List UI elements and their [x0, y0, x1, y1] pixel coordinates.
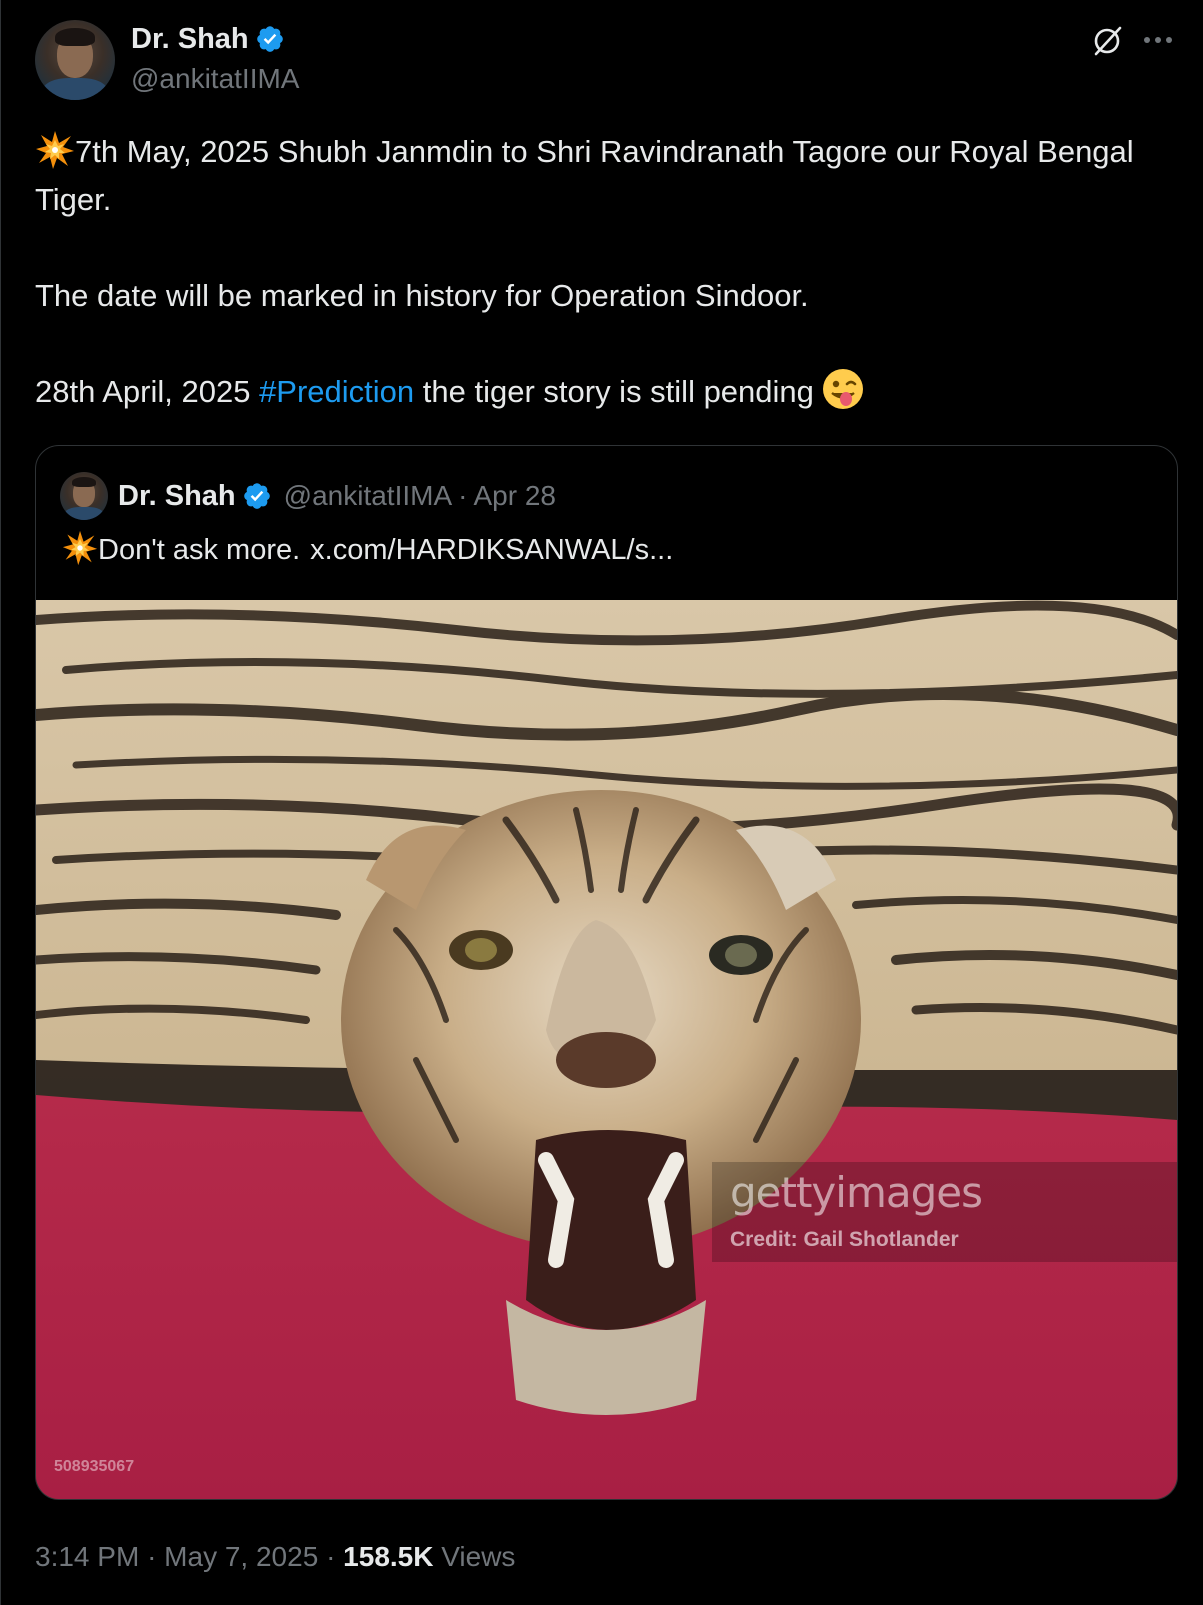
tweet-time[interactable]: 3:14 PM: [35, 1541, 139, 1572]
tweet-line-3: 28th April, 2025 #Prediction the tiger s…: [35, 368, 1175, 416]
winking-face-tongue-emoji-icon: [822, 369, 863, 409]
quoted-text: Don't ask more. x.com/HARDIKSANWAL/s...: [62, 530, 673, 570]
tweet-line-2: The date will be marked in history for O…: [35, 278, 809, 313]
tweet-line-1-text: 7th May, 2025 Shubh Janmdin to Shri Ravi…: [35, 134, 1134, 217]
quoted-author-avatar[interactable]: [60, 472, 108, 520]
meta-separator: ·: [326, 1541, 336, 1572]
meta-separator: ·: [147, 1541, 157, 1572]
verified-badge-icon[interactable]: [242, 481, 272, 511]
quoted-text-body: Don't ask more.: [98, 534, 301, 566]
quoted-header: Dr. Shah @ankitatIIMA · Apr 28: [118, 478, 556, 514]
views-label: Views: [441, 1541, 516, 1572]
quoted-link[interactable]: x.com/HARDIKSANWAL/s...: [310, 534, 673, 566]
more-options-icon[interactable]: [1141, 30, 1175, 50]
avatar-hair: [72, 477, 96, 487]
tweet-date[interactable]: May 7, 2025: [164, 1541, 318, 1572]
views-count: 158.5K: [343, 1541, 434, 1572]
quoted-tweet[interactable]: Dr. Shah @ankitatIIMA · Apr 28 Don't ask…: [35, 445, 1178, 1500]
avatar-hair: [55, 28, 95, 46]
avatar-shirt: [64, 507, 104, 520]
quoted-author-name[interactable]: Dr. Shah: [118, 480, 236, 513]
hashtag-link[interactable]: #Prediction: [259, 374, 414, 409]
author-handle[interactable]: @ankitatIIMA: [131, 63, 299, 95]
header-separator: ·: [458, 480, 468, 511]
tweet-line-3-suffix: the tiger story is still pending: [414, 374, 814, 409]
collision-emoji-icon: [36, 131, 74, 169]
author-display-name[interactable]: Dr. Shah: [131, 23, 249, 56]
author-name-row: Dr. Shah: [131, 22, 285, 56]
quoted-author-handle[interactable]: @ankitatIIMA: [284, 480, 452, 512]
tweet-body: 7th May, 2025 Shubh Janmdin to Shri Ravi…: [35, 128, 1175, 416]
tweet-meta: 3:14 PM · May 7, 2025 · 158.5K Views: [35, 1537, 515, 1577]
watermark-logo: gettyimages: [730, 1168, 983, 1217]
author-avatar[interactable]: [35, 20, 115, 100]
tweet-line-3-prefix: 28th April, 2025: [35, 374, 260, 409]
image-id: 508935067: [54, 1458, 135, 1475]
quoted-date[interactable]: Apr 28: [473, 480, 556, 512]
avatar-shirt: [43, 78, 107, 100]
collision-emoji-icon: [62, 530, 98, 566]
watermark-credit: Credit: Gail Shotlander: [730, 1228, 959, 1251]
tweet-card: Dr. Shah @ankitatIIMA 7th May, 2025 Shub…: [0, 0, 1203, 1605]
tiger-photo: [36, 600, 1177, 1499]
verified-badge-icon[interactable]: [255, 24, 285, 54]
tweet-line-1: 7th May, 2025 Shubh Janmdin to Shri Ravi…: [35, 128, 1175, 224]
grok-icon[interactable]: [1091, 24, 1125, 58]
quoted-media-image[interactable]: gettyimages Credit: Gail Shotlander 5089…: [36, 600, 1177, 1499]
